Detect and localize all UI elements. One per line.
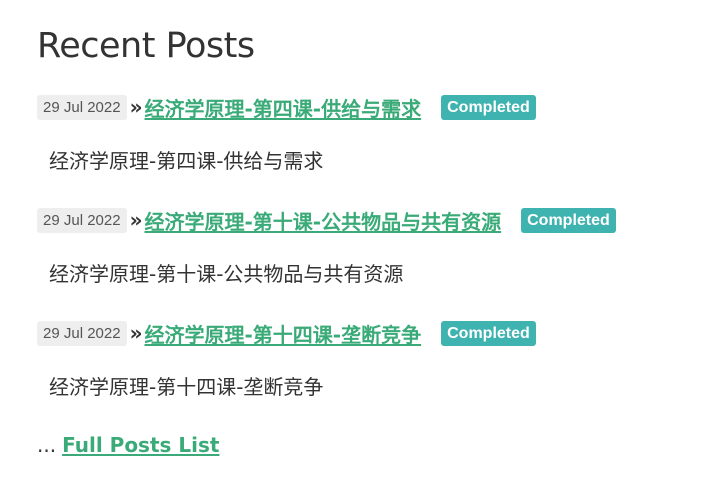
date-badge: 29 Jul 2022 — [37, 207, 127, 233]
double-chevron-right-icon: » — [129, 208, 143, 232]
post-item: 29 Jul 2022 » 经济学原理-第四课-供给与需求 Completed — [37, 93, 724, 122]
post-header: 29 Jul 2022 » 经济学原理-第十课-公共物品与共有资源 Comple… — [37, 206, 724, 235]
status-badge: Completed — [441, 94, 536, 120]
post-excerpt: 经济学原理-第十四课-垄断竞争 — [49, 375, 324, 399]
recent-posts-section: Recent Posts 29 Jul 2022 » 经济学原理-第四课-供给与… — [0, 0, 724, 458]
post-title-link[interactable]: 经济学原理-第十课-公共物品与共有资源 — [145, 206, 502, 235]
post-excerpt: 经济学原理-第四课-供给与需求 — [49, 149, 324, 173]
post-item: 29 Jul 2022 » 经济学原理-第十课-公共物品与共有资源 Comple… — [37, 206, 724, 235]
post-item: 29 Jul 2022 » 经济学原理-第十四课-垄断竞争 Completed — [37, 319, 724, 348]
post-excerpt: 经济学原理-第十课-公共物品与共有资源 — [49, 262, 404, 286]
post-header: 29 Jul 2022 » 经济学原理-第十四课-垄断竞争 Completed — [37, 319, 724, 348]
post-header: 29 Jul 2022 » 经济学原理-第四课-供给与需求 Completed — [37, 93, 724, 122]
double-chevron-right-icon: » — [129, 321, 143, 345]
status-badge: Completed — [521, 207, 616, 233]
ellipsis: ... — [37, 433, 57, 457]
post-title-link[interactable]: 经济学原理-第十四课-垄断竞争 — [145, 319, 422, 348]
status-badge: Completed — [441, 320, 536, 346]
date-badge: 29 Jul 2022 — [37, 94, 127, 120]
page-title: Recent Posts — [37, 26, 255, 66]
full-posts-footer: ... Full Posts List — [37, 432, 724, 458]
date-badge: 29 Jul 2022 — [37, 320, 127, 346]
full-posts-list-link[interactable]: Full Posts List — [62, 433, 219, 457]
post-title-link[interactable]: 经济学原理-第四课-供给与需求 — [145, 93, 422, 122]
double-chevron-right-icon: » — [129, 95, 143, 119]
